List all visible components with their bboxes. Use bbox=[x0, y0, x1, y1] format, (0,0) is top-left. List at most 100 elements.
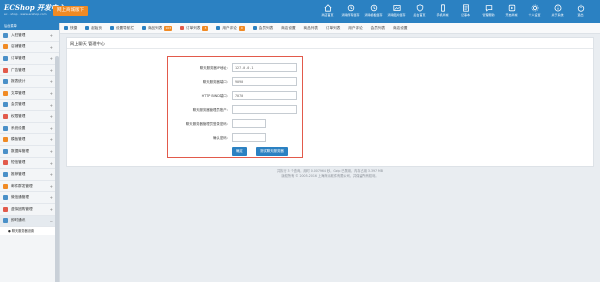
tab-label: 订单列表 bbox=[325, 25, 341, 30]
expand-icon[interactable]: + bbox=[50, 114, 53, 119]
field-input[interactable]: 127.0.0.1 bbox=[232, 63, 297, 72]
topnav-item-3[interactable]: 清除图片缓存 bbox=[385, 0, 408, 23]
top-nav: 商店首页 清除所有缓存 清除模板缓存 清除图片缓存 后台首页 手机商城 记事本 管理帮助 开启商… bbox=[316, 0, 592, 23]
topnav-item-2[interactable]: 清除模板缓存 bbox=[362, 0, 385, 23]
tab-icon bbox=[85, 26, 90, 30]
field-input[interactable] bbox=[232, 105, 297, 114]
topnav-item-8[interactable]: 开启商城 bbox=[500, 0, 523, 23]
sidebar-item-2[interactable]: 订单管理 + bbox=[0, 53, 59, 65]
menu-icon bbox=[3, 67, 8, 73]
expand-icon[interactable]: + bbox=[50, 45, 53, 50]
topnav-label: 开启商城 bbox=[505, 13, 518, 17]
sidebar-item-0[interactable]: 入驻管理 + bbox=[0, 30, 59, 42]
expand-icon[interactable]: + bbox=[50, 207, 53, 212]
sidebar-item-label: 模板管理 bbox=[11, 137, 26, 142]
topnav-item-5[interactable]: 手机商城 bbox=[431, 0, 454, 23]
sidebar-item-label: 虚拟团购管理 bbox=[11, 206, 33, 211]
sidebar-item-16[interactable]: 即时通讯 − bbox=[0, 215, 59, 228]
sidebar-item-6[interactable]: 会员管理 + bbox=[0, 100, 59, 112]
tab-11[interactable]: 会员列表 bbox=[367, 23, 389, 34]
field-input[interactable] bbox=[232, 133, 266, 142]
page-footer: 共执行 3 个查询，用时 0.007964 秒，Gzip 已禁用，内存占用 3.… bbox=[60, 169, 600, 179]
expand-icon[interactable]: + bbox=[50, 33, 53, 38]
expand-icon[interactable]: + bbox=[50, 195, 53, 200]
sidebar-item-10[interactable]: 数据库管理 + bbox=[0, 146, 59, 158]
topnav-item-1[interactable]: 清除所有缓存 bbox=[339, 0, 362, 23]
sidebar-item-14[interactable]: 微信通管理 + bbox=[0, 192, 59, 204]
sidebar-item-8[interactable]: 系统设置 + bbox=[0, 123, 59, 135]
topnav-item-9[interactable]: 个人设置 bbox=[523, 0, 546, 23]
tab-count-badge: 103 bbox=[164, 25, 173, 31]
form-row-0: 聊天服务器IP地址： 127.0.0.1 bbox=[168, 63, 304, 73]
submit-button[interactable]: 确定 bbox=[232, 147, 247, 156]
sidebar-item-label: 邮件群发管理 bbox=[11, 183, 33, 188]
tab-8[interactable]: 商品列表 bbox=[300, 23, 322, 34]
topnav-label: 退出 bbox=[577, 13, 584, 17]
expand-icon[interactable]: + bbox=[50, 79, 53, 84]
topnav-item-7[interactable]: 管理帮助 bbox=[477, 0, 500, 23]
menu-icon bbox=[3, 148, 8, 154]
menu-icon bbox=[3, 125, 8, 131]
sidebar-scrollbar[interactable] bbox=[55, 56, 59, 282]
sidebar-item-1[interactable]: 店铺管理 + bbox=[0, 42, 59, 54]
app-icon bbox=[508, 4, 516, 12]
tab-10[interactable]: 用户评论 bbox=[344, 23, 366, 34]
chat-settings-form: 确认密码： 聊天服务器管理员登录密码： 聊天服务器管理员账户： HTTP BIND端口… bbox=[167, 56, 303, 158]
form-row-3: 聊天服务器管理员账户： bbox=[168, 105, 304, 115]
field-label: 聊天服务器端口： bbox=[202, 80, 230, 84]
tab-9[interactable]: 订单列表 bbox=[322, 23, 344, 34]
tab-5[interactable]: 用户评论 0 bbox=[212, 23, 248, 34]
sidebar-item-5[interactable]: 文章管理 + bbox=[0, 88, 59, 100]
topnav-item-6[interactable]: 记事本 bbox=[454, 0, 477, 23]
tab-icon bbox=[141, 26, 146, 30]
tab-2[interactable]: 设置导航栏 bbox=[106, 23, 138, 34]
sidebar-item-13[interactable]: 邮件群发管理 + bbox=[0, 181, 59, 193]
expand-icon[interactable]: + bbox=[50, 103, 53, 108]
form-actions: 确定 测试聊天服务器 bbox=[168, 147, 304, 157]
expand-icon[interactable]: + bbox=[50, 149, 53, 154]
expand-icon[interactable]: + bbox=[50, 68, 53, 73]
menu-icon bbox=[3, 102, 8, 108]
sidebar-item-label: 入驻管理 bbox=[11, 32, 26, 37]
expand-icon[interactable]: + bbox=[50, 172, 53, 177]
topnav-item-4[interactable]: 后台首页 bbox=[408, 0, 431, 23]
expand-icon[interactable]: + bbox=[50, 126, 53, 131]
field-label: HTTP BIND端口： bbox=[201, 94, 230, 98]
sidebar-subitem-chat-server[interactable]: ● 聊天服务器设置 bbox=[0, 227, 59, 236]
sidebar-item-4[interactable]: 报表统计 + bbox=[0, 76, 59, 88]
sidebar-item-15[interactable]: 虚拟团购管理 + bbox=[0, 204, 59, 216]
tab-icon bbox=[109, 26, 114, 30]
tab-7[interactable]: 商店设置 bbox=[277, 23, 299, 34]
expand-icon[interactable]: + bbox=[50, 184, 53, 189]
logo-subtitle: ec · shop · www.ecshop.com bbox=[4, 12, 47, 16]
expand-icon[interactable]: + bbox=[50, 56, 53, 61]
tab-0[interactable]: 快捷 bbox=[60, 23, 81, 34]
sidebar-item-3[interactable]: 广告管理 + bbox=[0, 65, 59, 77]
sidebar-item-7[interactable]: 权限管理 + bbox=[0, 111, 59, 123]
field-input[interactable] bbox=[232, 119, 266, 128]
expand-icon[interactable]: − bbox=[50, 219, 53, 224]
feature-button[interactable]: 网上商城版下 bbox=[53, 6, 88, 16]
expand-icon[interactable]: + bbox=[50, 137, 53, 142]
expand-icon[interactable]: + bbox=[50, 161, 53, 166]
tab-3[interactable]: 商品列表 103 bbox=[138, 23, 176, 34]
tab-label: 起始页 bbox=[91, 25, 102, 30]
tab-6[interactable]: 会员列表 bbox=[249, 23, 277, 34]
form-row-1: 聊天服务器端口： 9090 bbox=[168, 77, 304, 87]
test-server-button[interactable]: 测试聊天服务器 bbox=[256, 147, 288, 156]
tab-12[interactable]: 商店设置 bbox=[389, 23, 411, 34]
expand-icon[interactable]: + bbox=[50, 91, 53, 96]
sidebar-item-9[interactable]: 模板管理 + bbox=[0, 134, 59, 146]
tab-4[interactable]: 订单列表 3 bbox=[176, 23, 212, 34]
sidebar-item-label: 微信通管理 bbox=[11, 195, 29, 200]
topnav-item-10[interactable]: 关于系统 bbox=[546, 0, 569, 23]
menu-icon bbox=[3, 137, 8, 143]
sidebar-item-12[interactable]: 推荐管理 + bbox=[0, 169, 59, 181]
tab-1[interactable]: 起始页 bbox=[81, 23, 106, 34]
topnav-item-11[interactable]: 退出 bbox=[569, 0, 592, 23]
tab-icon bbox=[216, 26, 221, 30]
topnav-item-0[interactable]: 商店首页 bbox=[316, 0, 339, 23]
sidebar-item-11[interactable]: 短信管理 + bbox=[0, 158, 59, 170]
field-input[interactable]: 7070 bbox=[232, 91, 297, 100]
field-input[interactable]: 9090 bbox=[232, 77, 297, 86]
